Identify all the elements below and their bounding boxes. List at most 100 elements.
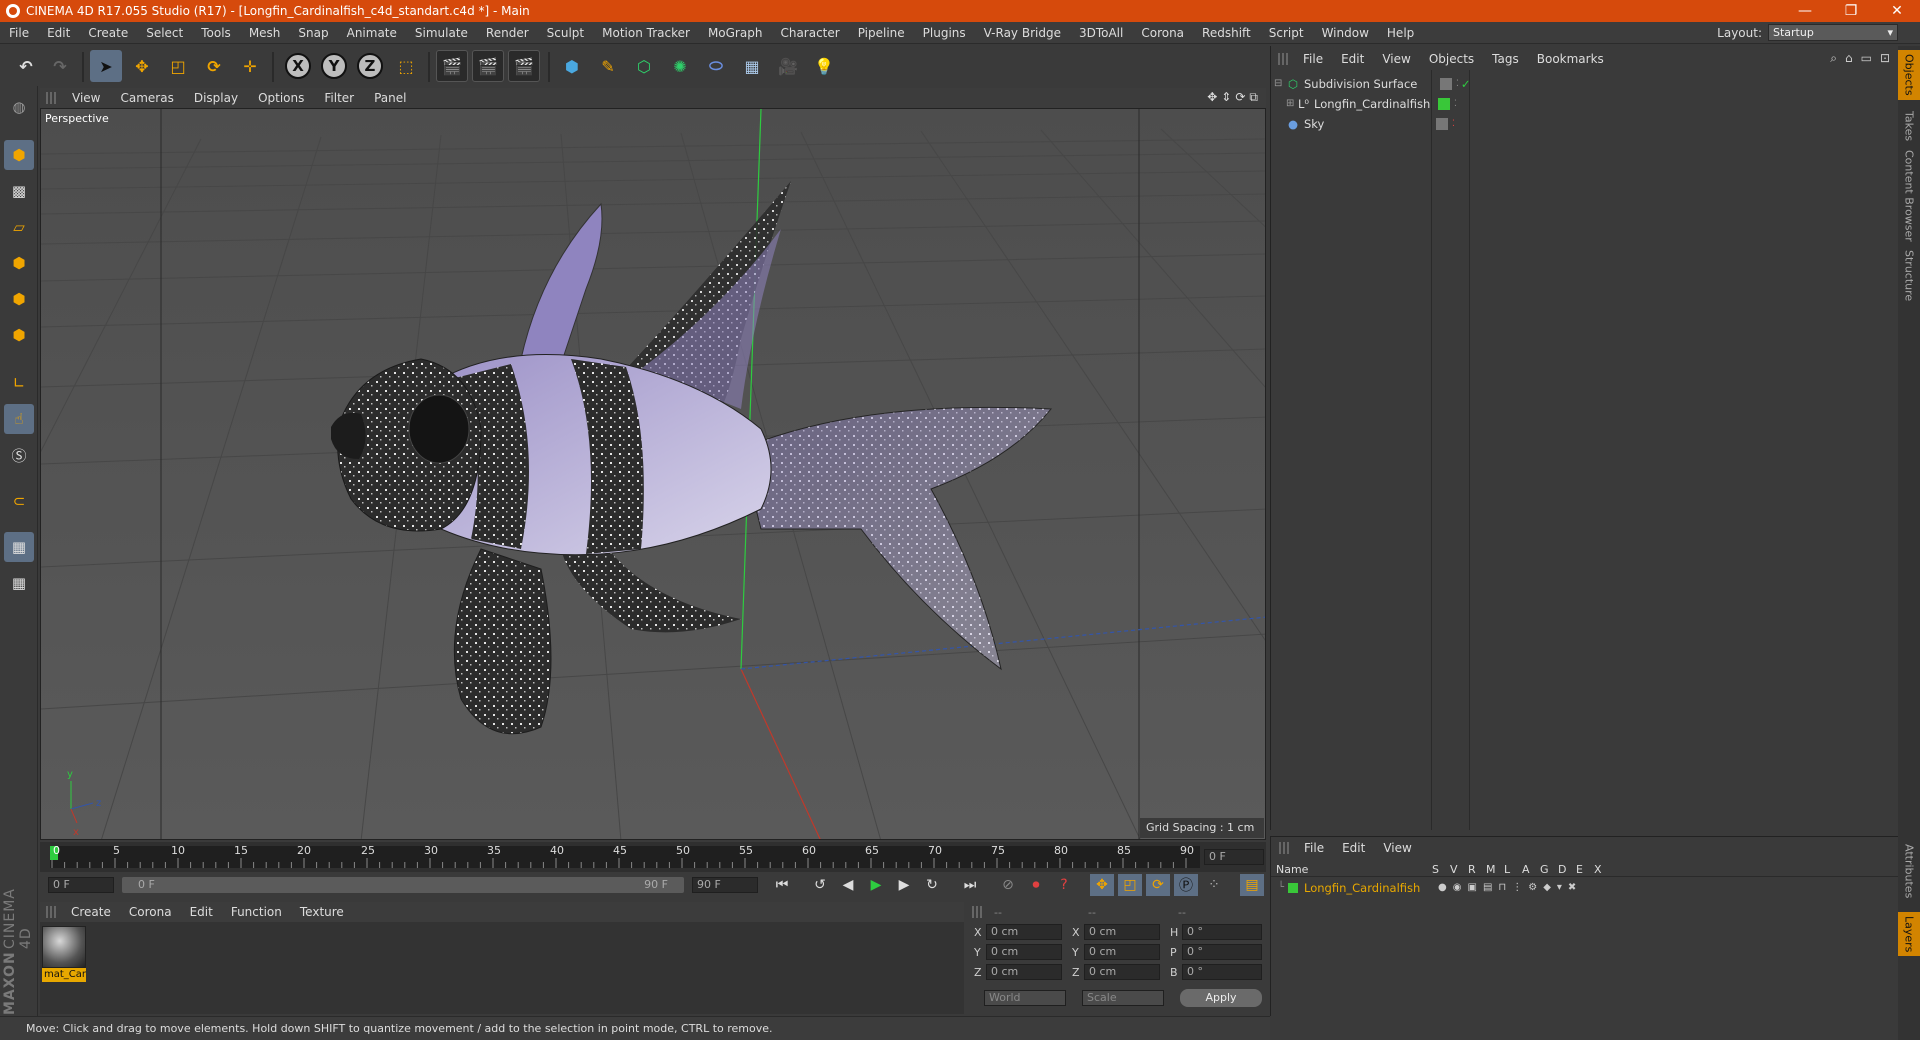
menu-simulate[interactable]: Simulate bbox=[406, 26, 477, 40]
close-button[interactable]: ✕ bbox=[1874, 0, 1920, 22]
size-x-field[interactable]: 0 cm bbox=[1084, 924, 1160, 940]
coordinate-mode-dropdown[interactable]: World bbox=[984, 990, 1066, 1006]
rot-b-field[interactable]: 0 ° bbox=[1182, 964, 1262, 980]
manager-flag-icon[interactable]: ▤ bbox=[1483, 882, 1492, 893]
axis-mode-icon[interactable]: ∟ bbox=[4, 368, 34, 398]
start-frame-field[interactable]: 0 F bbox=[48, 877, 114, 893]
solo-flag-icon[interactable]: ● bbox=[1438, 882, 1447, 893]
key-scale-icon[interactable]: ◰ bbox=[1118, 874, 1142, 896]
key-pla-icon[interactable]: ⁘ bbox=[1202, 874, 1226, 896]
toggle-view-icon[interactable]: ⧉ bbox=[1249, 90, 1258, 105]
render-view-icon[interactable]: 🎬 bbox=[436, 50, 468, 82]
pan-view-icon[interactable]: ✥ bbox=[1207, 90, 1217, 105]
apply-button[interactable]: Apply bbox=[1180, 989, 1262, 1007]
zoom-view-icon[interactable]: ⇕ bbox=[1221, 90, 1231, 105]
redo-icon[interactable]: ↷ bbox=[44, 50, 76, 82]
play-forward-icon[interactable]: ▶ bbox=[864, 874, 888, 896]
keyframe-selection-icon[interactable]: ? bbox=[1052, 874, 1076, 896]
layer-color-icon[interactable] bbox=[1438, 97, 1450, 110]
visibility-dots-icon[interactable]: ⁚ bbox=[1452, 119, 1455, 129]
key-position-icon[interactable]: ✥ bbox=[1090, 874, 1114, 896]
objects-menu-objects[interactable]: Objects bbox=[1420, 52, 1483, 66]
render-picture-viewer-icon[interactable]: 🎬 bbox=[472, 50, 504, 82]
menu-render[interactable]: Render bbox=[477, 26, 538, 40]
pos-z-field[interactable]: 0 cm bbox=[986, 964, 1062, 980]
viewport-menu-cameras[interactable]: Cameras bbox=[110, 91, 183, 105]
menu-select[interactable]: Select bbox=[137, 26, 192, 40]
size-y-field[interactable]: 0 cm bbox=[1084, 944, 1160, 960]
object-row-longfin-cardinalfish[interactable]: ⊞ L⁰ Longfin_Cardinalfish ⁚ bbox=[1274, 94, 1894, 113]
menu-help[interactable]: Help bbox=[1378, 26, 1423, 40]
rot-p-field[interactable]: 0 ° bbox=[1182, 944, 1262, 960]
next-key-icon[interactable]: ↻ bbox=[920, 874, 944, 896]
scale-tool-icon[interactable]: ◰ bbox=[162, 50, 194, 82]
key-rotation-icon[interactable]: ⟳ bbox=[1146, 874, 1170, 896]
layers-menu-view[interactable]: View bbox=[1374, 841, 1420, 855]
objects-menu-tags[interactable]: Tags bbox=[1483, 52, 1528, 66]
menu-corona[interactable]: Corona bbox=[1132, 26, 1193, 40]
size-z-field[interactable]: 0 cm bbox=[1084, 964, 1160, 980]
rotate-view-icon[interactable]: ⟳ bbox=[1235, 90, 1245, 105]
cube-primitive-icon[interactable]: ⬢ bbox=[556, 50, 588, 82]
objects-menu-edit[interactable]: Edit bbox=[1332, 52, 1373, 66]
spline-pen-icon[interactable]: ✎ bbox=[592, 50, 624, 82]
layers-menu-edit[interactable]: Edit bbox=[1333, 841, 1374, 855]
coordinate-system-icon[interactable]: ⬚ bbox=[390, 50, 422, 82]
lock-panel-icon[interactable]: ⊡ bbox=[1880, 51, 1890, 66]
object-row-sky[interactable]: ● Sky ⁚ bbox=[1274, 114, 1894, 133]
deformer-icon[interactable]: ⬭ bbox=[700, 50, 732, 82]
menu-animate[interactable]: Animate bbox=[338, 26, 406, 40]
menu-script[interactable]: Script bbox=[1260, 26, 1313, 40]
tab-layers[interactable]: Layers bbox=[1898, 912, 1920, 956]
y-axis-lock-button[interactable]: Y bbox=[318, 50, 350, 82]
layer-tag-icon[interactable] bbox=[1436, 117, 1448, 130]
viewport-menu-view[interactable]: View bbox=[62, 91, 110, 105]
camera-icon[interactable]: 🎥 bbox=[772, 50, 804, 82]
material-swatch[interactable]: mat_Car bbox=[42, 926, 86, 986]
workplane-lock-icon[interactable]: ▦ bbox=[4, 532, 34, 562]
menu-plugins[interactable]: Plugins bbox=[914, 26, 975, 40]
model-mode-icon[interactable]: ⬢ bbox=[4, 140, 34, 170]
layer-color-swatch[interactable] bbox=[1288, 882, 1299, 893]
deformers-flag-icon[interactable]: ◆ bbox=[1543, 882, 1551, 893]
tweak-mode-icon[interactable]: ☝ bbox=[4, 404, 34, 434]
cloner-icon[interactable]: ✺ bbox=[664, 50, 696, 82]
floor-icon[interactable]: ▦ bbox=[736, 50, 768, 82]
texture-mode-icon[interactable]: ▩ bbox=[4, 176, 34, 206]
layer-tag-icon[interactable] bbox=[1440, 77, 1452, 90]
view-flag-icon[interactable]: ◉ bbox=[1453, 882, 1462, 893]
grid-snap-icon[interactable]: ▦ bbox=[4, 568, 34, 598]
menu-tools[interactable]: Tools bbox=[192, 26, 240, 40]
rotate-tool-icon[interactable]: ⟳ bbox=[198, 50, 230, 82]
perspective-viewport[interactable]: y z x bbox=[40, 108, 1266, 840]
home-icon[interactable]: ⌂ bbox=[1845, 51, 1853, 66]
viewport-menu-filter[interactable]: Filter bbox=[314, 91, 364, 105]
autokeying-icon[interactable]: ⏺ bbox=[1024, 874, 1048, 896]
minimize-button[interactable]: — bbox=[1782, 0, 1828, 22]
render-flag-icon[interactable]: ▣ bbox=[1468, 882, 1477, 893]
menu-redshift[interactable]: Redshift bbox=[1193, 26, 1260, 40]
size-mode-dropdown[interactable]: Scale bbox=[1082, 990, 1164, 1006]
expand-toggle-icon[interactable]: ⊞ bbox=[1286, 98, 1296, 109]
workplane-mode-icon[interactable]: ▱ bbox=[4, 212, 34, 242]
menu-edit[interactable]: Edit bbox=[38, 26, 79, 40]
objects-menu-view[interactable]: View bbox=[1373, 52, 1419, 66]
material-menu-edit[interactable]: Edit bbox=[181, 905, 222, 919]
end-frame-field[interactable]: 90 F bbox=[692, 877, 758, 893]
go-to-start-icon[interactable]: ⏮ bbox=[770, 874, 794, 896]
material-menu-function[interactable]: Function bbox=[222, 905, 291, 919]
undo-icon[interactable]: ↶ bbox=[10, 50, 42, 82]
menu-character[interactable]: Character bbox=[771, 26, 848, 40]
menu-create[interactable]: Create bbox=[79, 26, 137, 40]
layout-dropdown[interactable]: Startup bbox=[1768, 24, 1898, 41]
menu-file[interactable]: File bbox=[0, 26, 38, 40]
animation-flag-icon[interactable]: ⋮ bbox=[1512, 882, 1522, 893]
x-axis-lock-button[interactable]: X bbox=[282, 50, 314, 82]
magnet-icon[interactable]: ⊂ bbox=[4, 486, 34, 516]
previous-frame-icon[interactable]: ◀ bbox=[836, 874, 860, 896]
viewport-menu-options[interactable]: Options bbox=[248, 91, 314, 105]
transform-tool-icon[interactable]: ✛ bbox=[234, 50, 266, 82]
layers-menu-file[interactable]: File bbox=[1295, 841, 1333, 855]
timeline-ruler[interactable]: 0 5 10 15 20 25 30 35 40 45 50 55 60 65 … bbox=[40, 842, 1266, 872]
material-menu-texture[interactable]: Texture bbox=[291, 905, 353, 919]
